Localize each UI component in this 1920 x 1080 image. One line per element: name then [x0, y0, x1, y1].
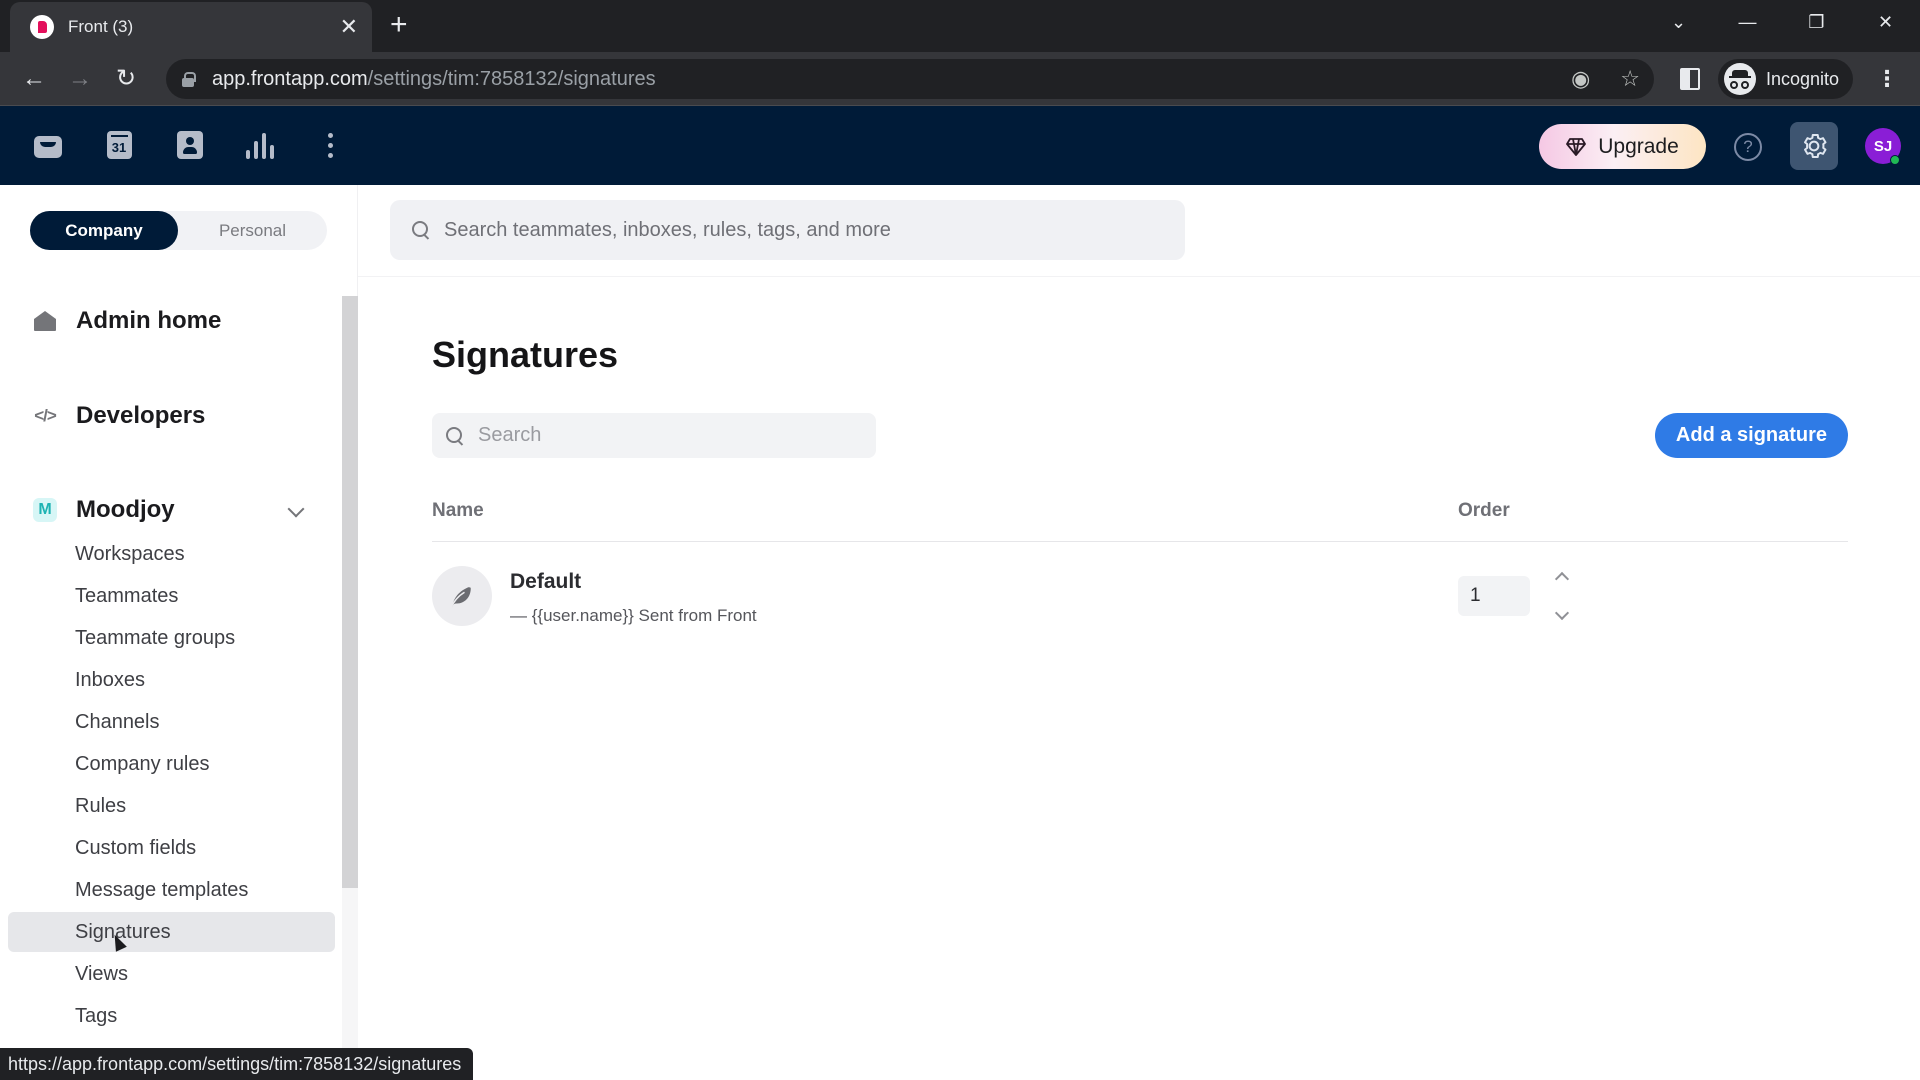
scope-toggle: Company Personal — [30, 211, 327, 250]
workspace-badge-icon: M — [32, 498, 58, 522]
column-header-order[interactable]: Order — [1458, 500, 1510, 522]
sidebar-item-channels[interactable]: Channels — [8, 702, 335, 742]
chevron-up-icon[interactable] — [1554, 571, 1570, 587]
browser-tabstrip: Front (3) ✕ + ⌄ — ❐ ✕ — [0, 0, 1920, 52]
settings-button[interactable] — [1790, 122, 1838, 170]
signature-search-placeholder: Search — [478, 424, 542, 446]
code-icon: </> — [34, 406, 57, 425]
sidebar-item-custom-fields[interactable]: Custom fields — [8, 828, 335, 868]
page-title: Signatures — [432, 334, 619, 375]
browser-toolbar: ← → ↻ app.frontapp.com/settings/tim:7858… — [0, 52, 1920, 106]
sidebar-item-teammates[interactable]: Teammates — [8, 576, 335, 616]
signature-search-input[interactable]: Search — [432, 413, 876, 458]
window-controls: ⌄ — ❐ ✕ — [1644, 0, 1920, 44]
sidebar-item-teammate-groups[interactable]: Teammate groups — [8, 618, 335, 658]
tracking-protection-icon[interactable]: ◉ — [1571, 66, 1590, 92]
tab-title: Front (3) — [68, 17, 134, 36]
analytics-icon[interactable] — [245, 130, 275, 160]
column-header-name: Name — [432, 500, 484, 521]
more-icon[interactable] — [315, 130, 345, 160]
chevron-down-icon[interactable] — [287, 500, 305, 518]
sidebar-item-signatures[interactable]: Signatures — [8, 912, 335, 952]
forward-button[interactable]: → — [68, 64, 92, 94]
close-tab-icon[interactable]: ✕ — [340, 16, 358, 38]
bookmark-star-icon[interactable]: ☆ — [1620, 66, 1640, 92]
reload-button[interactable]: ↻ — [116, 64, 136, 94]
minimize-button[interactable]: — — [1713, 12, 1782, 33]
upgrade-button[interactable]: Upgrade — [1539, 124, 1706, 169]
section-label: Admin home — [76, 307, 222, 334]
browser-tab[interactable]: Front (3) ✕ — [10, 2, 372, 52]
incognito-profile-button[interactable]: Incognito — [1718, 59, 1854, 99]
address-bar[interactable]: app.frontapp.com/settings/tim:7858132/si… — [166, 59, 1654, 99]
side-panel-icon[interactable] — [1680, 68, 1700, 90]
url-host: app.frontapp.com — [212, 67, 368, 90]
scope-personal-tab[interactable]: Personal — [178, 211, 327, 250]
profile-label: Incognito — [1766, 68, 1840, 89]
leaf-icon — [432, 566, 492, 626]
sidebar-item-workspaces[interactable]: Workspaces — [8, 534, 335, 574]
section-label: Developers — [76, 402, 206, 429]
sidebar-item-message-templates[interactable]: Message templates — [8, 870, 335, 910]
calendar-icon[interactable]: 31 — [104, 130, 134, 160]
incognito-icon — [1724, 63, 1756, 95]
chevron-down-icon[interactable] — [1554, 605, 1570, 621]
help-icon[interactable]: ? — [1734, 133, 1762, 161]
sidebar-section-admin-home[interactable]: Admin home — [32, 307, 221, 335]
section-label: Moodjoy — [76, 496, 175, 523]
sidebar-item-rules[interactable]: Rules — [8, 786, 335, 826]
tab-search-icon[interactable]: ⌄ — [1644, 12, 1713, 33]
contacts-icon[interactable] — [175, 130, 205, 160]
new-tab-button[interactable]: + — [390, 8, 408, 42]
upgrade-label: Upgrade — [1598, 134, 1679, 158]
search-icon — [446, 426, 464, 445]
add-signature-button[interactable]: Add a signature — [1655, 413, 1848, 458]
inbox-icon[interactable] — [33, 130, 63, 160]
close-window-button[interactable]: ✕ — [1851, 12, 1920, 33]
link-status-bubble: https://app.frontapp.com/settings/tim:78… — [0, 1048, 474, 1080]
settings-sidebar: Company Personal Admin home </> Develope… — [0, 185, 358, 1080]
global-search-placeholder: Search teammates, inboxes, rules, tags, … — [444, 218, 891, 241]
sidebar-item-company-rules[interactable]: Company rules — [8, 744, 335, 784]
online-status-indicator — [1890, 155, 1900, 165]
back-button[interactable]: ← — [22, 64, 46, 94]
sidebar-item-views[interactable]: Views — [8, 954, 335, 994]
signature-name: Default — [510, 570, 582, 593]
global-search-input[interactable]: Search teammates, inboxes, rules, tags, … — [390, 200, 1185, 260]
sidebar-item-inboxes[interactable]: Inboxes — [8, 660, 335, 700]
front-favicon-icon — [30, 15, 54, 39]
lock-icon — [182, 72, 196, 87]
sidebar-item-tags[interactable]: Tags — [8, 996, 335, 1036]
sidebar-scrollbar-thumb[interactable] — [342, 296, 358, 888]
search-icon — [412, 221, 430, 239]
signature-preview: — {{user.name}} Sent from Front — [510, 606, 757, 625]
signature-row[interactable]: Default — {{user.name}} Sent from Front — [432, 562, 1848, 634]
scope-company-tab[interactable]: Company — [30, 211, 178, 250]
sidebar-section-developers[interactable]: </> Developers — [32, 402, 205, 430]
home-icon — [32, 311, 58, 331]
order-input[interactable] — [1458, 576, 1530, 616]
header-divider — [358, 276, 1920, 277]
table-divider — [432, 541, 1848, 542]
sidebar-section-moodjoy[interactable]: M Moodjoy — [32, 496, 175, 524]
gear-icon — [1804, 134, 1827, 158]
url-path: /settings/tim:7858132/signatures — [367, 67, 656, 90]
restore-button[interactable]: ❐ — [1782, 12, 1851, 33]
diamond-icon — [1566, 137, 1587, 156]
browser-menu-icon[interactable]: ⋮ — [1876, 66, 1898, 92]
